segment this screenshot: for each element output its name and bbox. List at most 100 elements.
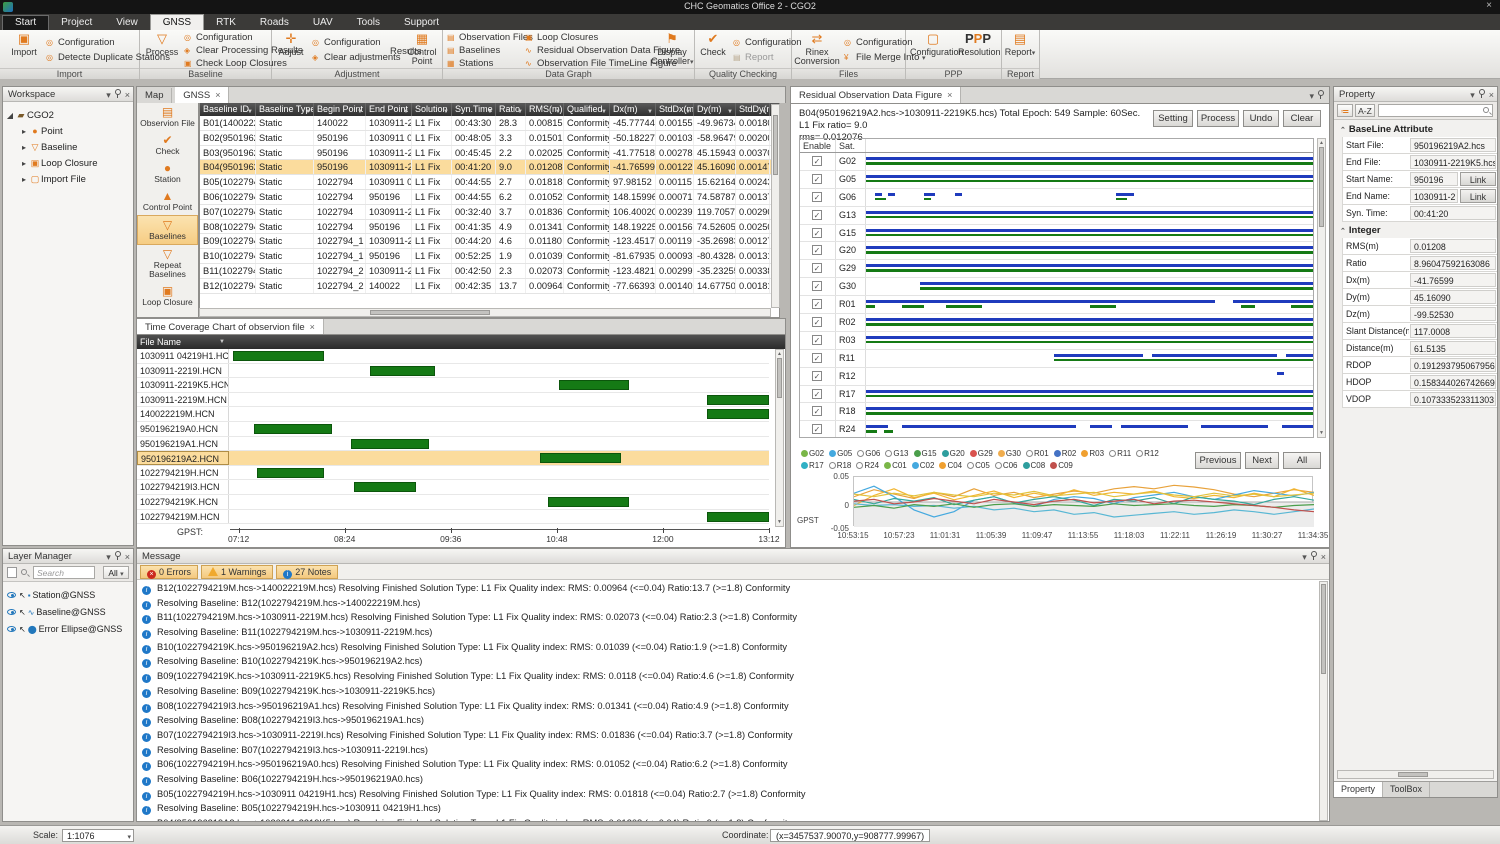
menu-tab-project[interactable]: Project	[49, 15, 104, 31]
process-residual-button[interactable]: Process	[1197, 110, 1239, 127]
timeline-row[interactable]: 1030911-2219M.HCN	[137, 393, 769, 408]
filter-icon[interactable]: ▼	[685, 106, 691, 116]
all-button[interactable]: All	[1283, 452, 1321, 469]
files-configuration-button[interactable]: ◎Configuration	[844, 37, 913, 49]
section-header-integer[interactable]: ⌃Integer	[1334, 222, 1497, 238]
property-value[interactable]: 0.01208	[1410, 239, 1496, 253]
tab-toolbox[interactable]: ToolBox	[1383, 782, 1430, 797]
menu-tab-uav[interactable]: UAV	[301, 15, 345, 31]
timecov-vscrollbar[interactable]: ▲▼	[775, 349, 784, 527]
message-row[interactable]: iResolving Baseline: B09(1022794219K.hcs…	[139, 684, 1319, 699]
satellite-row-g13[interactable]: ✓G13	[800, 207, 1313, 225]
column-header-rms-m-[interactable]: RMS(m)▼	[526, 103, 564, 116]
loop-closures-graph-button[interactable]: ▣Loop Closures	[525, 32, 598, 44]
tab-map[interactable]: Map	[137, 88, 172, 104]
property-value[interactable]: 0.158344026742669	[1410, 375, 1496, 389]
message-row[interactable]: iB04(950196219A2.hcs->1030911-2219K5.hcs…	[139, 816, 1319, 821]
property-value[interactable]: 00:41:20	[1410, 206, 1496, 220]
next-button[interactable]: Next	[1245, 452, 1279, 469]
table-row[interactable]: B11(102279421Static1022794_21030911-2L1 …	[200, 264, 779, 279]
baseline-table-hscrollbar[interactable]	[199, 308, 771, 317]
legend-item-r11[interactable]: R11	[1109, 448, 1131, 460]
dropdown-icon[interactable]: ▾	[1302, 552, 1307, 562]
legend-item-r12[interactable]: R12	[1136, 448, 1159, 460]
enable-checkbox[interactable]: ✓	[812, 299, 822, 309]
filter-icon[interactable]: ▼	[357, 106, 363, 116]
expander-icon[interactable]: ▸	[19, 124, 29, 140]
timeline-row[interactable]: 1030911-2219I.HCN	[137, 364, 769, 379]
timeline-row[interactable]: 1022794219H.HCN	[137, 466, 769, 481]
legend-item-g02[interactable]: G02	[801, 448, 824, 460]
legend-item-g13[interactable]: G13	[885, 448, 908, 460]
enable-checkbox[interactable]: ✓	[812, 371, 822, 381]
property-hscrollbar[interactable]	[1337, 770, 1494, 779]
property-value[interactable]: 117.0008	[1410, 324, 1496, 338]
filter-icon[interactable]: ▼	[487, 106, 493, 116]
menu-tab-rtk[interactable]: RTK	[204, 15, 248, 31]
satellite-row-r11[interactable]: ✓R11	[800, 350, 1313, 368]
link-button[interactable]: Link	[1460, 172, 1496, 186]
filter-icon[interactable]: ▼	[403, 106, 409, 116]
legend-item-g06[interactable]: G06	[857, 448, 880, 460]
table-row[interactable]: B07(102279421Static10227941030911-2L1 Fi…	[200, 205, 779, 220]
property-value[interactable]: 0.191293795067956	[1410, 358, 1496, 372]
satellite-row-g30[interactable]: ✓G30	[800, 278, 1313, 296]
timeline-row[interactable]: 1022794219I3.HCN	[137, 480, 769, 495]
column-header-dy-m-[interactable]: Dy(m)▼	[694, 103, 736, 116]
control-point-button[interactable]: ▦Control Point	[404, 31, 440, 67]
message-tab-0-errors[interactable]: ×0 Errors	[140, 565, 198, 579]
collapse-icon[interactable]: ⌃	[1340, 228, 1346, 235]
close-icon[interactable]: ×	[125, 90, 130, 100]
layer-manager-controls[interactable]: ▾×	[102, 551, 130, 563]
close-icon[interactable]: ×	[947, 90, 952, 100]
tool-baselines[interactable]: ▽Baselines	[137, 215, 198, 245]
message-row[interactable]: iB07(1022794219I3.hcs->1030911-2219I.hcs…	[139, 728, 1319, 743]
legend-item-c02[interactable]: C02	[912, 460, 935, 472]
residual-strip-controls[interactable]: ▾	[1305, 90, 1324, 102]
visibility-eye-icon[interactable]	[7, 626, 16, 632]
legend-item-g15[interactable]: G15	[914, 448, 937, 460]
previous-button[interactable]: Previous	[1195, 452, 1241, 469]
categorized-icon[interactable]: ≔	[1337, 104, 1353, 117]
legend-item-c05[interactable]: C05	[967, 460, 990, 472]
legend-item-g20[interactable]: G20	[942, 448, 965, 460]
expander-icon[interactable]: ▸	[19, 172, 29, 188]
tool-repeat-baselines[interactable]: ▽Repeat Baselines	[137, 245, 198, 282]
workspace-controls[interactable]: ▾×	[102, 89, 130, 101]
message-row[interactable]: iB11(1022794219M.hcs->1030911-2219M.hcs)…	[139, 610, 1319, 625]
scale-dropdown[interactable]: 1:1076▾	[62, 829, 134, 842]
enable-checkbox[interactable]: ✓	[812, 174, 822, 184]
property-value[interactable]: 61.5135	[1410, 341, 1496, 355]
property-controls[interactable]: ▾×	[1466, 89, 1494, 101]
file-name-header[interactable]: File Name	[140, 335, 181, 349]
legend-item-c09[interactable]: C09	[1050, 460, 1073, 472]
menu-tab-gnss[interactable]: GNSS	[150, 14, 204, 30]
message-row[interactable]: iB06(1022794219H.hcs->950196219A0.hcs) R…	[139, 757, 1319, 772]
legend-item-g05[interactable]: G05	[829, 448, 852, 460]
message-row[interactable]: iResolving Baseline: B08(1022794219I3.hc…	[139, 713, 1319, 728]
property-value[interactable]: 0.107333523311303	[1410, 392, 1496, 406]
pin-icon[interactable]	[1311, 551, 1317, 560]
pin-icon[interactable]	[115, 89, 121, 98]
enable-checkbox[interactable]: ✓	[812, 353, 822, 363]
satellite-row-g15[interactable]: ✓G15	[800, 225, 1313, 243]
column-header-ratio[interactable]: Ratio▼	[496, 103, 526, 116]
filter-icon[interactable]: ▼	[647, 106, 653, 116]
column-header-baseline-type[interactable]: Baseline Type▼	[256, 103, 314, 116]
tab-property[interactable]: Property	[1334, 782, 1383, 797]
enable-checkbox[interactable]: ✓	[812, 317, 822, 327]
filter-icon[interactable]: ▼	[517, 106, 523, 116]
message-tab-27-notes[interactable]: i27 Notes	[276, 565, 338, 579]
process-button[interactable]: ▽Process	[142, 31, 182, 67]
table-row[interactable]: B08(102279421Static1022794950196L1 Fix00…	[200, 220, 779, 235]
property-value[interactable]: 950196	[1410, 172, 1458, 186]
table-row[interactable]: B05(102279421Static10227941030911 04L1 F…	[200, 175, 779, 190]
display-controller-button[interactable]: ⚑Display Controller▾	[651, 31, 693, 67]
filter-icon[interactable]: ▼	[761, 106, 767, 116]
ppp-resolution-button[interactable]: PPPResolution	[958, 31, 998, 67]
legend-item-r24[interactable]: R24	[856, 460, 879, 472]
baselines-graph-button[interactable]: ▤Baselines	[447, 45, 500, 57]
pin-icon[interactable]	[115, 551, 121, 560]
message-row[interactable]: iB08(1022794219I3.hcs->950196219A1.hcs) …	[139, 699, 1319, 714]
table-row[interactable]: B06(102279421Static1022794950196L1 Fix00…	[200, 190, 779, 205]
